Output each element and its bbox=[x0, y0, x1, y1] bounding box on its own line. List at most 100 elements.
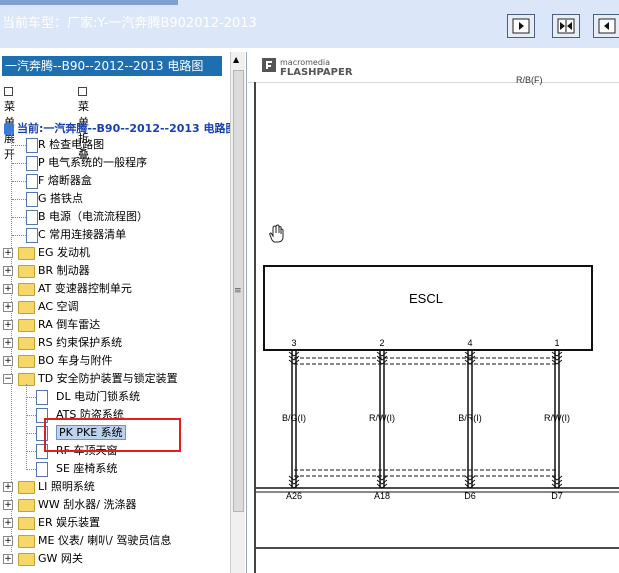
tree-item[interactable]: LI 照明系统 bbox=[38, 478, 95, 496]
folder-icon bbox=[18, 283, 35, 296]
folder-icon bbox=[18, 337, 35, 350]
tree-item[interactable]: P 电气系统的一般程序 bbox=[38, 154, 147, 172]
tree-item[interactable]: G 搭铁点 bbox=[38, 190, 83, 208]
tree-item-label: R 检查电路图 bbox=[38, 138, 105, 151]
folder-icon bbox=[18, 553, 35, 566]
tree-item-label: ER 娱乐装置 bbox=[38, 516, 101, 529]
tree-item[interactable]: BO 车身与附件 bbox=[38, 352, 113, 370]
model-icon bbox=[4, 123, 14, 135]
tree-item-label: BO 车身与附件 bbox=[38, 354, 113, 367]
tree-item-label: DL 电动门锁系统 bbox=[56, 390, 141, 403]
tree-item-label: ME 仪表/ 喇叭/ 驾驶员信息 bbox=[38, 534, 172, 547]
tree-item[interactable]: EG 发动机 bbox=[38, 244, 90, 262]
tree-item-label: SE 座椅系统 bbox=[56, 462, 118, 475]
fit-width-button[interactable] bbox=[552, 14, 580, 38]
tree-header: 一汽奔腾--B90--2012--2013 电路图 bbox=[2, 56, 222, 76]
connector-chevron bbox=[464, 351, 476, 357]
tree-item[interactable]: AT 变速器控制单元 bbox=[38, 280, 132, 298]
current-model-label: 当前:一汽奔腾--B90--2012--2013 电路图 bbox=[17, 122, 237, 135]
tree-branch-line bbox=[26, 397, 36, 398]
window-title: 当前车型：厂家:Y-一汽奔腾B902012-2013 bbox=[2, 16, 257, 31]
escl-box bbox=[263, 265, 593, 351]
tree-branch-line bbox=[26, 451, 36, 452]
arrow-right-icon bbox=[512, 18, 530, 34]
next-page-button[interactable] bbox=[507, 14, 535, 38]
tree-scrollbar[interactable]: ▲ ≡ bbox=[230, 52, 245, 573]
tree-item-label: P 电气系统的一般程序 bbox=[38, 156, 148, 169]
expand-node-icon[interactable]: + bbox=[3, 554, 13, 564]
wire-color-label: B/G(I) bbox=[282, 413, 306, 423]
expand-node-icon[interactable]: + bbox=[3, 284, 13, 294]
folder-icon bbox=[18, 319, 35, 332]
wire-color-label: R/W(I) bbox=[369, 413, 395, 423]
document-icon bbox=[36, 462, 48, 477]
tree-item[interactable]: RS 约束保护系统 bbox=[38, 334, 122, 352]
tree-item[interactable]: F 熔断器盒 bbox=[38, 172, 92, 190]
tree-branch-line bbox=[12, 235, 26, 236]
wiring-diagram: R/B(F) ESCL 3B/G(I)A262R/W(I)A184B/R(I)D… bbox=[256, 75, 619, 549]
tree-branch-line bbox=[26, 415, 36, 416]
tree-item[interactable]: C 常用连接器清单 bbox=[38, 226, 126, 244]
document-icon bbox=[26, 210, 38, 225]
expand-node-icon[interactable]: + bbox=[3, 518, 13, 528]
subtree-line bbox=[26, 384, 27, 470]
current-model[interactable]: 当前:一汽奔腾--B90--2012--2013 电路图 bbox=[4, 120, 237, 136]
tree-item-label: AC 空调 bbox=[38, 300, 79, 313]
expand-node-icon[interactable]: + bbox=[3, 356, 13, 366]
wire-color-label: B/R(I) bbox=[458, 413, 482, 423]
expand-node-icon[interactable]: + bbox=[3, 302, 13, 312]
pin-label: 1 bbox=[554, 338, 559, 348]
scroll-up-icon[interactable]: ▲ bbox=[233, 55, 239, 64]
folder-icon bbox=[18, 481, 35, 494]
tree-branch-line bbox=[12, 181, 26, 182]
expand-node-icon[interactable]: + bbox=[3, 248, 13, 258]
tree-item[interactable]: B 电源（电流流程图） bbox=[38, 208, 148, 226]
tree-item[interactable]: DL 电动门锁系统 bbox=[56, 388, 140, 406]
collapse-menu-button[interactable]: 菜单折叠 bbox=[78, 83, 95, 161]
collapse-icon bbox=[78, 86, 87, 96]
tree-item[interactable]: SE 座椅系统 bbox=[56, 460, 117, 478]
expand-node-icon[interactable]: + bbox=[3, 500, 13, 510]
tree-item[interactable]: BR 制动器 bbox=[38, 262, 90, 280]
tree-item[interactable]: R 检查电路图 bbox=[38, 136, 104, 154]
tree-item-label: GW 网关 bbox=[38, 552, 83, 565]
expand-node-icon[interactable]: + bbox=[3, 266, 13, 276]
connector-chevron bbox=[464, 475, 476, 481]
hand-cursor-icon bbox=[269, 224, 284, 243]
tree-branch-line bbox=[12, 217, 26, 218]
tree-item[interactable]: WW 刮水器/ 洗涤器 bbox=[38, 496, 136, 514]
expand-node-icon[interactable]: + bbox=[3, 536, 13, 546]
expand-node-icon[interactable]: + bbox=[3, 320, 13, 330]
expand-node-icon[interactable]: + bbox=[3, 482, 13, 492]
collapse-node-icon[interactable]: − bbox=[3, 374, 13, 384]
highlight-annotation bbox=[44, 418, 181, 452]
pin-label: 3 bbox=[291, 338, 296, 348]
tree-item-label: F 熔断器盒 bbox=[38, 174, 92, 187]
tree-item[interactable]: ER 娱乐装置 bbox=[38, 514, 100, 532]
folder-icon bbox=[18, 517, 35, 530]
tree-item[interactable]: TD 安全防护装置与锁定装置 bbox=[38, 370, 178, 388]
expand-menu-button[interactable]: 菜单展开 bbox=[4, 83, 21, 161]
connector-chevron bbox=[288, 475, 300, 481]
expand-node-icon[interactable]: + bbox=[3, 338, 13, 348]
tree-item[interactable]: AC 空调 bbox=[38, 298, 79, 316]
folder-icon bbox=[18, 535, 35, 548]
tree-branch-line bbox=[26, 433, 36, 434]
document-icon bbox=[26, 156, 38, 171]
tree-item-label: BR 制动器 bbox=[38, 264, 90, 277]
expand-arrows-icon bbox=[557, 18, 575, 34]
tree-item-label: TD 安全防护装置与锁定装置 bbox=[38, 372, 178, 385]
tree-item[interactable]: RA 倒车雷达 bbox=[38, 316, 100, 334]
tree-item[interactable]: GW 网关 bbox=[38, 550, 83, 568]
document-icon bbox=[36, 390, 48, 405]
prev-page-button[interactable] bbox=[593, 14, 619, 38]
tree-panel: 一汽奔腾--B90--2012--2013 电路图 菜单展开 菜单折叠 当前:一… bbox=[0, 52, 247, 573]
tree-item[interactable]: ME 仪表/ 喇叭/ 驾驶员信息 bbox=[38, 532, 171, 550]
document-icon bbox=[26, 174, 38, 189]
tree-item-label: LI 照明系统 bbox=[38, 480, 95, 493]
document-icon bbox=[26, 192, 38, 207]
connector-chevron bbox=[551, 475, 563, 481]
tree-item-label: AT 变速器控制单元 bbox=[38, 282, 132, 295]
tree-item-label: G 搭铁点 bbox=[38, 192, 84, 205]
grip-icon: ≡ bbox=[234, 286, 242, 296]
